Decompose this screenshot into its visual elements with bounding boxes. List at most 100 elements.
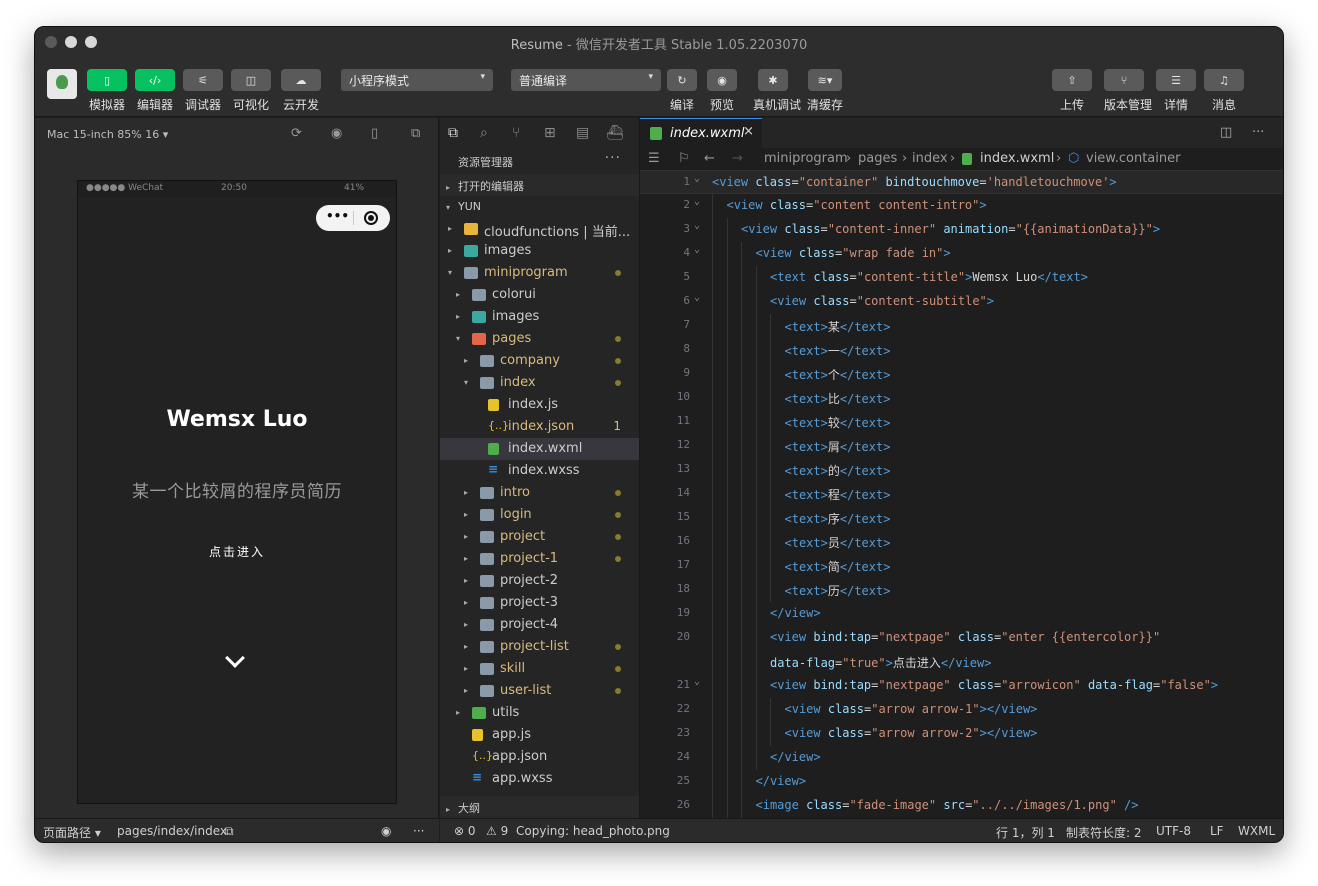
errors-count[interactable]: ⊗ 0 <box>454 824 476 838</box>
code-line[interactable]: 19 </view> <box>640 602 1283 626</box>
fold-chevron-icon[interactable]: ⌄ <box>694 244 700 255</box>
tree-item-login[interactable]: ▸ login <box>440 504 639 526</box>
fold-chevron-icon[interactable]: ⌄ <box>694 292 700 303</box>
code-line[interactable]: 6 ⌄ <view class="content-subtitle"> <box>640 290 1283 314</box>
tree-item-cloudfunctions[interactable]: ▸ cloudfunctions | 当前... <box>440 218 639 240</box>
breadcrumb-pages[interactable]: pages <box>858 151 897 166</box>
bookmark-icon[interactable]: ⚐ <box>678 151 690 166</box>
open-editors-section[interactable]: ▸ 打开的编辑器 <box>440 174 639 196</box>
tree-item-app-wxss[interactable]: ≡ app.wxss <box>440 768 639 790</box>
editor-button[interactable]: ‹/› 编辑器 <box>135 69 175 113</box>
project-section[interactable]: ▾ YUN <box>440 196 639 218</box>
split-editor-icon[interactable]: ◫ <box>1220 125 1232 140</box>
language-mode[interactable]: WXML <box>1238 824 1275 838</box>
tree-item-project-2[interactable]: ▸ project-2 <box>440 570 639 592</box>
code-line[interactable]: 22 <view class="arrow arrow-1"></view> <box>640 698 1283 722</box>
extensions-icon[interactable]: ⊞ <box>544 125 556 141</box>
forward-arrow-icon[interactable]: → <box>732 151 743 166</box>
tree-item-utils[interactable]: ▸ utils <box>440 702 639 724</box>
popout-icon[interactable]: ⧉ <box>411 126 420 141</box>
tree-item-company[interactable]: ▸ company <box>440 350 639 372</box>
close-icon[interactable]: × <box>743 124 754 139</box>
device-select[interactable]: Mac 15-inch 85% 16 ▾ <box>47 128 168 141</box>
tree-item-index-wxml[interactable]: index.wxml <box>440 438 639 460</box>
more-icon[interactable]: ··· <box>605 150 621 166</box>
list-icon[interactable]: ☰ <box>648 151 660 166</box>
back-arrow-icon[interactable]: ← <box>704 151 715 166</box>
code-line[interactable]: 17 <text>简</text> <box>640 554 1283 578</box>
code-line[interactable]: 9 <text>个</text> <box>640 362 1283 386</box>
tree-item-skill[interactable]: ▸ skill <box>440 658 639 680</box>
code-line[interactable]: 18 <text>历</text> <box>640 578 1283 602</box>
clear-cache-button[interactable]: ≋▾ 清缓存 <box>805 69 845 113</box>
tree-item-project-list[interactable]: ▸ project-list <box>440 636 639 658</box>
tree-item-index-js[interactable]: index.js <box>440 394 639 416</box>
code-line[interactable]: 4 ⌄ <view class="wrap fade in"> <box>640 242 1283 266</box>
fold-chevron-icon[interactable]: ⌄ <box>694 196 700 207</box>
remote-debug-button[interactable]: ✱ 真机调试 <box>753 69 801 113</box>
tree-item-colorui[interactable]: ▸ colorui <box>440 284 639 306</box>
tree-item-pages[interactable]: ▾ pages <box>440 328 639 350</box>
tree-item-app-json[interactable]: {..} app.json <box>440 746 639 768</box>
code-line[interactable]: 2 ⌄ <view class="content content-intro"> <box>640 194 1283 218</box>
enter-button[interactable]: 点击进入 <box>78 543 396 560</box>
warnings-count[interactable]: ⚠ 9 <box>486 824 508 838</box>
fold-chevron-icon[interactable]: ⌄ <box>694 173 700 184</box>
code-line[interactable]: 14 <text>程</text> <box>640 482 1283 506</box>
visual-button[interactable]: ◫ 可视化 <box>231 69 271 113</box>
code-line[interactable]: 25 </view> <box>640 770 1283 794</box>
chevron-down-icon[interactable] <box>225 648 245 668</box>
code-line[interactable]: 1 ⌄ <view class="container" bindtouchmove=… <box>640 170 1283 194</box>
cursor-position[interactable]: 行 1，列 1 <box>996 824 1055 841</box>
source-control-icon[interactable]: ⑂ <box>512 125 520 141</box>
more-menu-button[interactable]: ••• <box>326 209 349 223</box>
breadcrumb-miniprogram[interactable]: miniprogram <box>764 151 848 166</box>
tab-index-wxml[interactable]: index.wxml × <box>640 118 762 148</box>
code-line[interactable]: 3 ⌄ <view class="content-inner" animation=… <box>640 218 1283 242</box>
mode-select[interactable]: 小程序模式 ▾ <box>341 69 493 91</box>
messages-button[interactable]: ♫ 消息 <box>1204 69 1244 113</box>
more-icon[interactable]: ··· <box>1252 125 1264 140</box>
simulator-button[interactable]: ▯ 模拟器 <box>87 69 127 113</box>
tab-size[interactable]: 制表符长度: 2 <box>1066 824 1142 841</box>
preview-button[interactable]: ◉ 预览 <box>702 69 742 113</box>
code-line[interactable]: 21 ⌄ <view bind:tap="nextpage" class="arro… <box>640 674 1283 698</box>
copy-icon[interactable]: ⧉ <box>225 824 234 839</box>
fold-chevron-icon[interactable]: ⌄ <box>694 676 700 687</box>
code-line[interactable]: 8 <text>一</text> <box>640 338 1283 362</box>
docker-icon[interactable]: ⛴ <box>606 125 624 141</box>
code-line[interactable]: 11 <text>较</text> <box>640 410 1283 434</box>
tree-item-images[interactable]: ▸ images <box>440 240 639 262</box>
compile-button[interactable]: ↻ 编译 <box>662 69 702 113</box>
phone-icon[interactable]: ▯ <box>371 126 378 141</box>
tree-item-intro[interactable]: ▸ intro <box>440 482 639 504</box>
upload-button[interactable]: ⇧ 上传 <box>1052 69 1092 113</box>
breadcrumb-file[interactable]: index.wxml <box>980 151 1054 166</box>
storage-icon[interactable]: ▤ <box>576 125 589 141</box>
code-line[interactable]: data-flag="true">点击进入</view> <box>640 650 1283 674</box>
code-line[interactable]: 16 <text>员</text> <box>640 530 1283 554</box>
code-line[interactable]: 7 <text>某</text> <box>640 314 1283 338</box>
tree-item-project-1[interactable]: ▸ project-1 <box>440 548 639 570</box>
encoding[interactable]: UTF-8 <box>1156 824 1191 838</box>
close-miniprogram-icon[interactable] <box>364 211 378 225</box>
tree-item-index-json[interactable]: {..} index.json 1 <box>440 416 639 438</box>
outline-section[interactable]: ▸ 大纲 <box>440 796 639 818</box>
rotate-icon[interactable]: ⟳ <box>291 126 302 141</box>
tree-item-index-wxss[interactable]: ≡ index.wxss <box>440 460 639 482</box>
tree-item-images[interactable]: ▸ images <box>440 306 639 328</box>
fold-chevron-icon[interactable]: ⌄ <box>694 220 700 231</box>
code-line[interactable]: 26 <image class="fade-image" src="../../i… <box>640 794 1283 818</box>
version-button[interactable]: ⑂ 版本管理 <box>1104 69 1152 113</box>
search-icon[interactable]: ⌕ <box>480 125 488 141</box>
code-line[interactable]: 15 <text>序</text> <box>640 506 1283 530</box>
code-line[interactable]: 13 <text>的</text> <box>640 458 1283 482</box>
debugger-button[interactable]: ⚟ 调试器 <box>183 69 223 113</box>
eye-icon[interactable]: ◉ <box>381 824 391 838</box>
files-icon[interactable]: ⧉ <box>448 125 458 141</box>
page-path-label[interactable]: 页面路径 ▾ <box>43 824 101 841</box>
breadcrumb-index[interactable]: index <box>912 151 948 166</box>
code-line[interactable]: 23 <view class="arrow arrow-2"></view> <box>640 722 1283 746</box>
record-icon[interactable]: ◉ <box>331 126 342 141</box>
compile-mode-select[interactable]: 普通编译 ▾ <box>511 69 661 91</box>
